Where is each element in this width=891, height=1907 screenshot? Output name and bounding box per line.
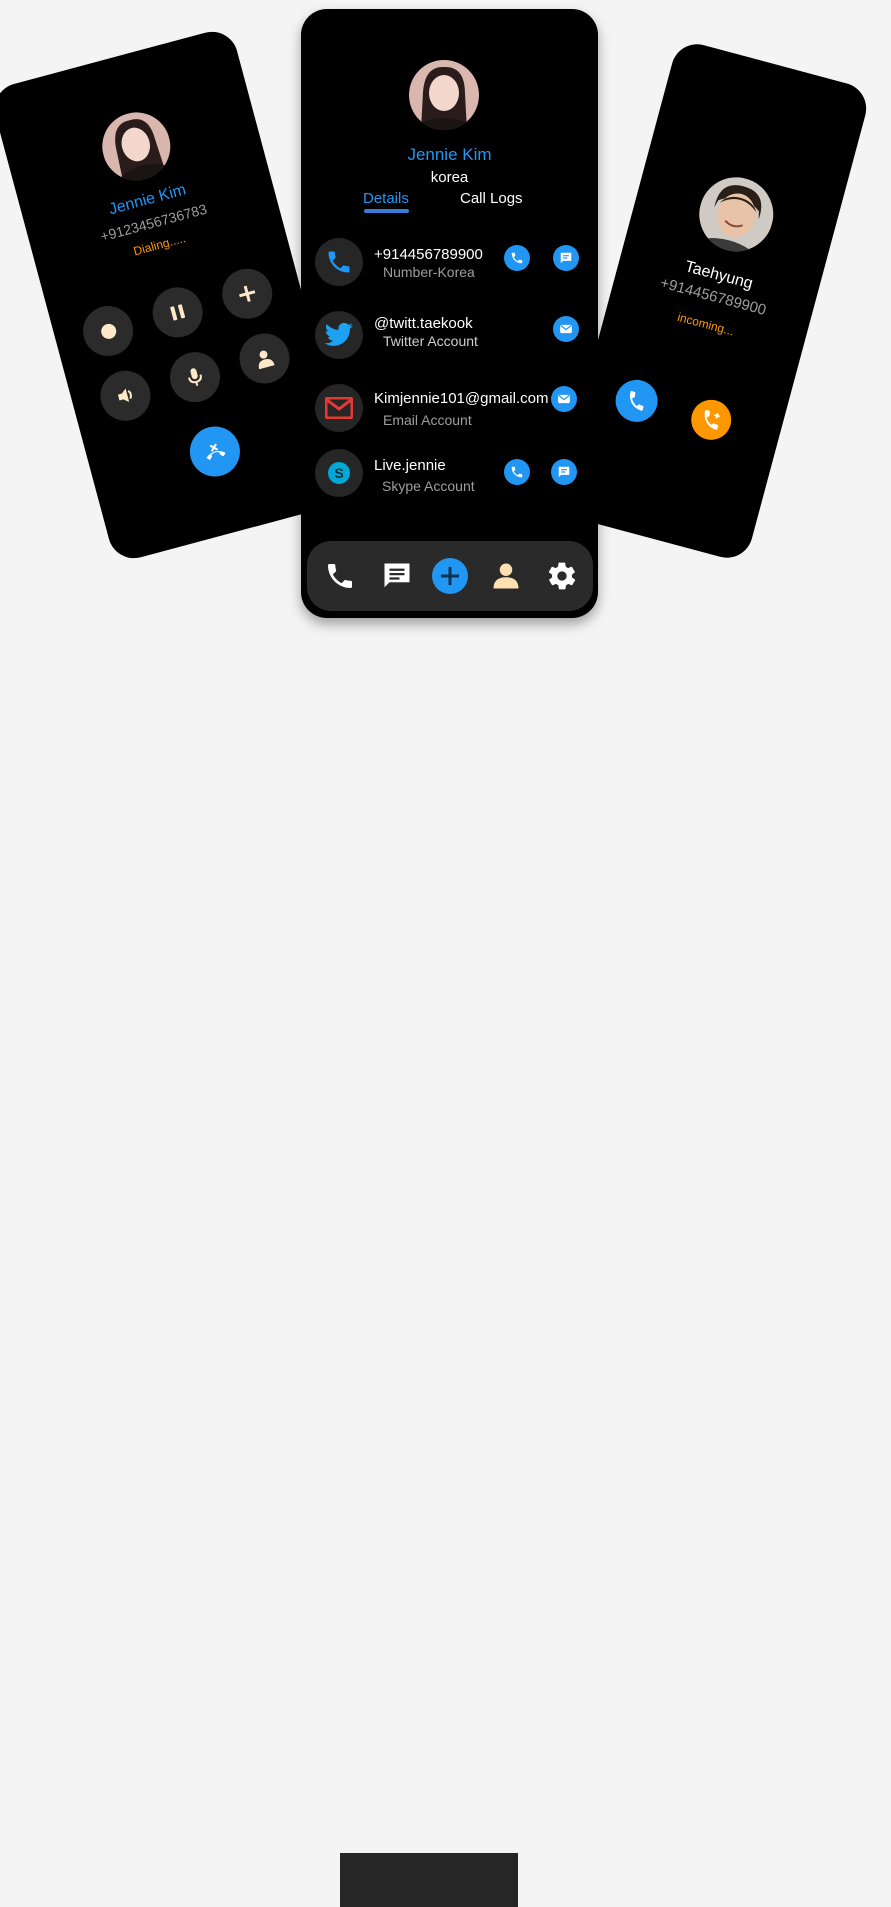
phone-icon bbox=[629, 390, 644, 411]
microphone-icon bbox=[187, 368, 202, 387]
add-call-button[interactable] bbox=[216, 263, 278, 325]
row-secondary-text: Twitter Account bbox=[383, 333, 478, 349]
record-button[interactable] bbox=[77, 300, 139, 362]
message-button[interactable] bbox=[553, 245, 579, 271]
incoming-call-card: Taehyung +914456789900 incoming... bbox=[551, 38, 873, 564]
nav-messages-button[interactable] bbox=[379, 558, 415, 594]
end-call-button[interactable] bbox=[184, 420, 246, 483]
mail-icon bbox=[558, 394, 570, 404]
nav-phone-button[interactable] bbox=[322, 558, 358, 594]
row-primary-text: Kimjennie101@gmail.com bbox=[374, 390, 549, 407]
call-button[interactable] bbox=[504, 459, 530, 485]
speaker-button[interactable] bbox=[94, 365, 157, 427]
add-icon bbox=[432, 558, 468, 594]
message-icon bbox=[558, 466, 570, 478]
nav-settings-button[interactable] bbox=[544, 558, 580, 594]
nav-contacts-button[interactable] bbox=[488, 558, 524, 594]
person-icon bbox=[258, 350, 275, 370]
contacts-button[interactable] bbox=[233, 327, 296, 390]
svg-text:S: S bbox=[334, 465, 343, 481]
phone-icon bbox=[328, 251, 350, 273]
message-icon bbox=[384, 563, 410, 588]
contact-details-card: Jennie Kim korea Details Call Logs +9144… bbox=[301, 9, 598, 618]
row-secondary-text: Number-Korea bbox=[383, 264, 475, 280]
accept-call-button[interactable] bbox=[610, 375, 663, 427]
message-button[interactable] bbox=[551, 459, 577, 485]
mute-button[interactable] bbox=[164, 346, 226, 408]
email-button[interactable] bbox=[553, 316, 579, 342]
active-tab-indicator bbox=[364, 209, 409, 213]
tab-call-logs[interactable]: Call Logs bbox=[460, 190, 523, 207]
message-icon bbox=[560, 252, 572, 264]
contact-country: korea bbox=[430, 169, 469, 186]
add-to-call-button[interactable] bbox=[686, 395, 736, 445]
hold-button[interactable] bbox=[147, 281, 209, 344]
twitter-icon bbox=[324, 322, 353, 346]
tab-details[interactable]: Details bbox=[363, 190, 409, 207]
email-button[interactable] bbox=[551, 386, 577, 412]
twitter-row-icon-button[interactable] bbox=[315, 311, 363, 359]
row-secondary-text: Email Account bbox=[383, 412, 472, 428]
avatar bbox=[409, 60, 479, 130]
bottom-navigation bbox=[307, 541, 593, 611]
call-button[interactable] bbox=[504, 245, 530, 271]
row-primary-text: @twitt.taekook bbox=[374, 315, 473, 332]
avatar bbox=[690, 169, 782, 260]
avatar bbox=[94, 104, 178, 189]
add-icon bbox=[239, 285, 256, 302]
pause-icon bbox=[170, 304, 186, 321]
skype-row-icon-button[interactable]: S bbox=[315, 449, 363, 497]
mail-icon bbox=[560, 324, 572, 334]
phone-icon bbox=[511, 466, 523, 478]
phone-missed-icon bbox=[206, 443, 226, 461]
skype-icon: S bbox=[328, 462, 350, 484]
speaker-icon bbox=[117, 388, 132, 402]
phone-icon bbox=[328, 564, 352, 588]
nav-add-button[interactable] bbox=[432, 558, 468, 594]
contact-name: Jennie Kim bbox=[407, 145, 492, 164]
phone-icon bbox=[511, 252, 523, 264]
person-icon bbox=[493, 563, 519, 589]
row-secondary-text: Skype Account bbox=[382, 478, 475, 494]
settings-icon bbox=[548, 562, 576, 590]
phone-row-icon-button[interactable] bbox=[315, 238, 363, 286]
row-primary-text: +914456789900 bbox=[374, 246, 483, 263]
row-primary-text: Live.jennie bbox=[374, 457, 446, 474]
phone-add-icon bbox=[704, 409, 720, 430]
bottom-dark-panel bbox=[340, 1853, 518, 1907]
record-icon bbox=[98, 321, 118, 341]
gmail-icon bbox=[325, 397, 353, 419]
email-row-icon-button[interactable] bbox=[315, 384, 363, 432]
